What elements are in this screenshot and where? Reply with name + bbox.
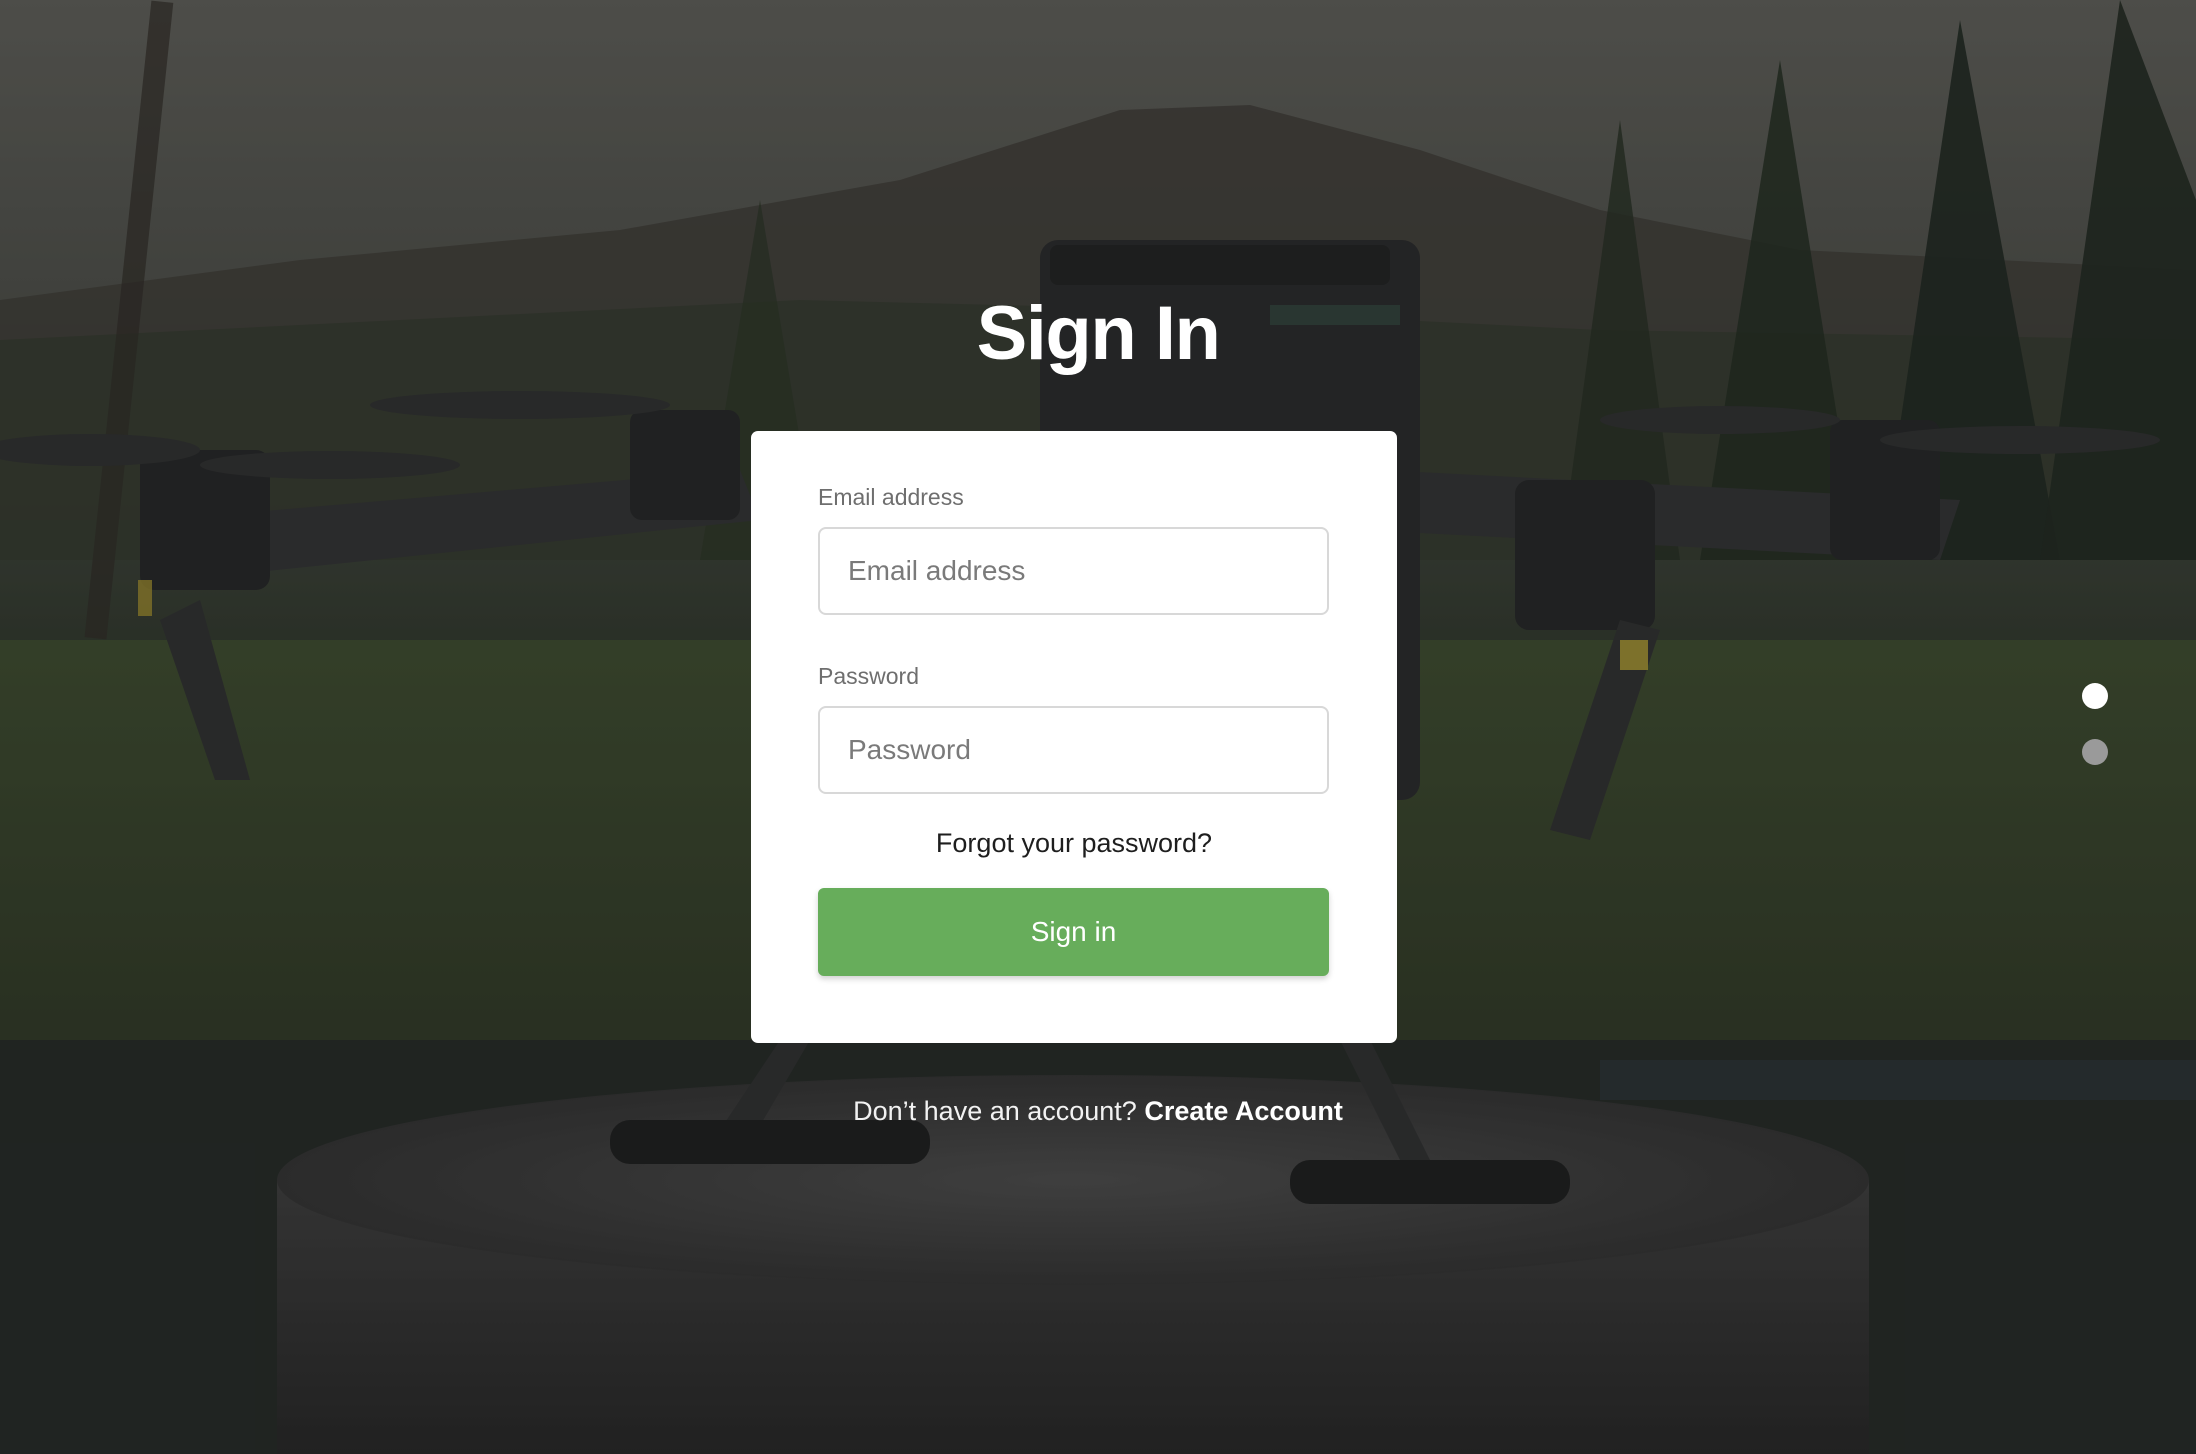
carousel-pagination (2082, 683, 2108, 795)
create-account-link[interactable]: Create Account (1144, 1096, 1343, 1126)
page-title: Sign In (976, 291, 1221, 376)
carousel-dot-1[interactable] (2082, 683, 2108, 709)
sign-in-button[interactable]: Sign in (818, 888, 1329, 976)
forgot-password-link[interactable]: Forgot your password? (818, 826, 1330, 860)
sign-in-page: Sign In Email address Password Forgot yo… (0, 0, 2196, 1454)
password-label: Password (818, 663, 919, 689)
no-account-text: Don’t have an account? (853, 1096, 1145, 1126)
email-label: Email address (818, 484, 964, 510)
sign-in-card: Email address Password Forgot your passw… (751, 431, 1397, 1043)
carousel-dot-2[interactable] (2082, 739, 2108, 765)
email-field[interactable] (818, 527, 1329, 615)
password-field[interactable] (818, 706, 1329, 794)
create-account-prompt: Don’t have an account? Create Account (0, 1096, 2196, 1127)
field-spacer (818, 615, 1330, 663)
